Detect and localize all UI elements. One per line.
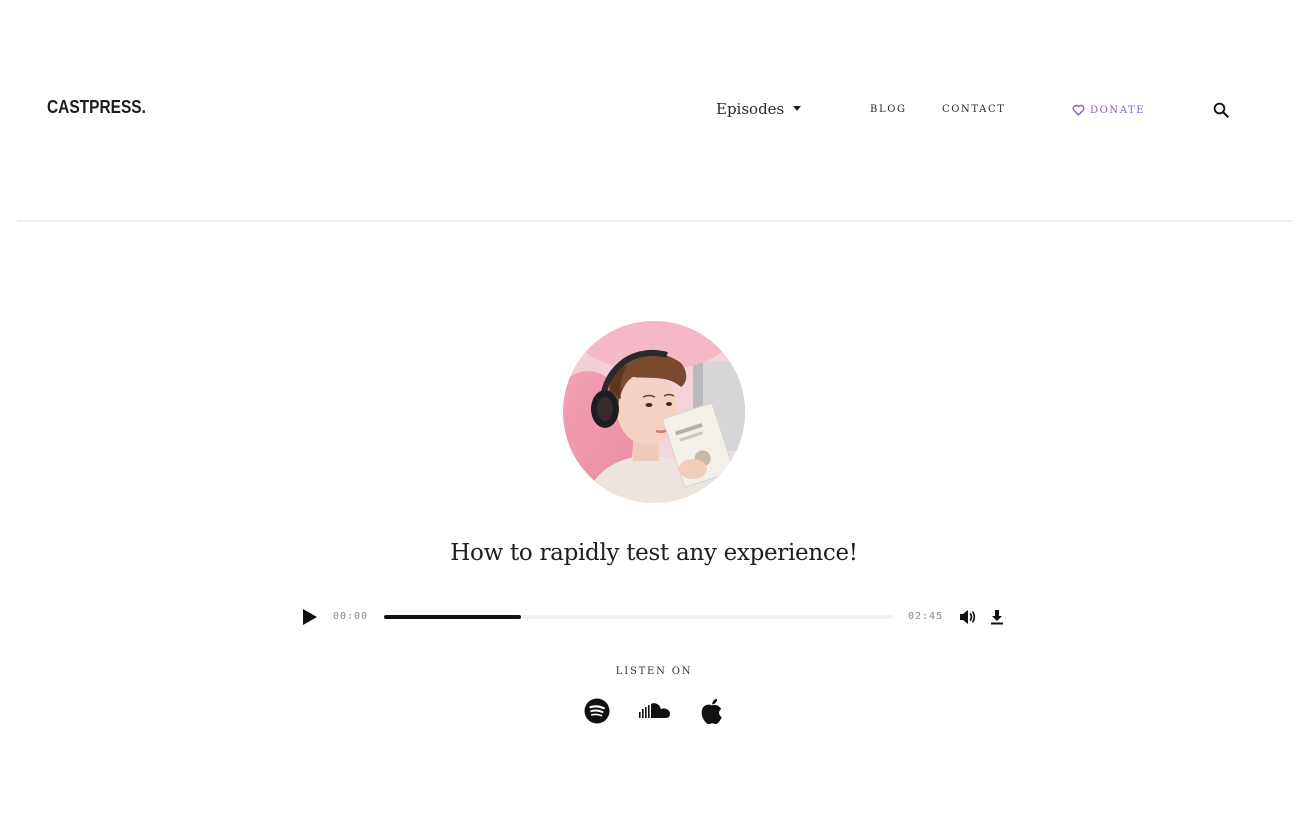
soundcloud-icon bbox=[639, 703, 670, 718]
spotify-icon bbox=[584, 698, 610, 724]
volume-button[interactable] bbox=[959, 609, 977, 625]
header-divider bbox=[17, 220, 1292, 222]
caret-down-icon bbox=[793, 105, 802, 111]
total-time: 02:45 bbox=[908, 611, 944, 622]
nav-blog-link[interactable]: BLOG bbox=[870, 104, 907, 115]
apple-podcasts-link[interactable] bbox=[700, 698, 724, 729]
audio-player: 00:00 02:45 bbox=[300, 606, 1010, 628]
site-logo[interactable]: CASTPRESS. bbox=[47, 97, 146, 118]
nav-donate-label: DONATE bbox=[1090, 104, 1146, 116]
play-icon[interactable] bbox=[303, 609, 317, 625]
episode-title: How to rapidly test any experience! bbox=[450, 540, 858, 566]
nav-contact-link[interactable]: CONTACT bbox=[942, 104, 1005, 115]
episode-cover-image bbox=[563, 321, 745, 503]
listen-on-label: LISTEN ON bbox=[615, 666, 693, 677]
soundcloud-link[interactable] bbox=[639, 701, 671, 725]
progress-bar[interactable] bbox=[384, 615, 893, 619]
progress-fill bbox=[384, 615, 522, 619]
heart-outline-icon bbox=[1072, 104, 1085, 116]
platform-links bbox=[583, 698, 733, 726]
spotify-link[interactable] bbox=[584, 698, 610, 728]
volume-icon bbox=[960, 610, 976, 624]
download-icon bbox=[991, 610, 1003, 625]
apple-icon bbox=[701, 698, 722, 725]
current-time: 00:00 bbox=[333, 611, 369, 622]
nav-donate-link[interactable]: DONATE bbox=[1072, 104, 1145, 116]
nav-episodes-dropdown[interactable]: Episodes bbox=[716, 100, 802, 118]
nav-episodes-label: Episodes bbox=[716, 100, 785, 118]
search-button[interactable] bbox=[1212, 101, 1232, 121]
site-header: CASTPRESS. Episodes BLOG CONTACT DONATE bbox=[0, 0, 1308, 221]
search-icon bbox=[1213, 102, 1229, 118]
download-button[interactable] bbox=[990, 609, 1004, 625]
